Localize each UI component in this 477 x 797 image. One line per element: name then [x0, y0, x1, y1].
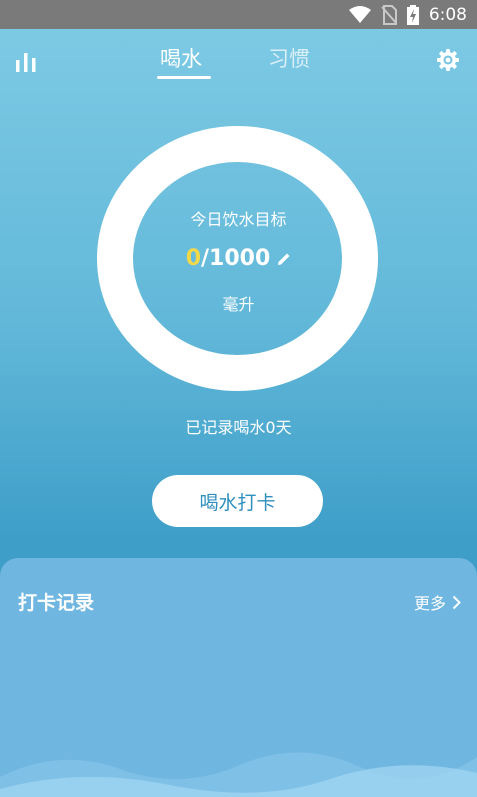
records-panel: 打卡记录 更多	[0, 558, 477, 797]
goal-current: 0	[185, 246, 202, 271]
chevron-right-icon	[452, 595, 461, 609]
status-time: 6:08	[428, 4, 467, 25]
more-link[interactable]: 更多	[414, 590, 461, 614]
status-bar: 6:08	[0, 0, 477, 29]
records-title: 打卡记录	[18, 592, 95, 614]
goal-value[interactable]: 0 /1000	[0, 246, 477, 271]
goal-target: /1000	[201, 246, 271, 271]
wifi-icon	[348, 5, 371, 23]
goal-unit: 毫升	[222, 295, 255, 314]
pencil-icon[interactable]	[277, 252, 291, 266]
checkin-button[interactable]: 喝水打卡	[152, 475, 323, 527]
goal-label: 今日饮水目标	[190, 210, 287, 229]
status-icons: 6:08	[348, 4, 467, 25]
wave-decoration	[0, 752, 477, 797]
recorded-days: 已记录喝水0天	[185, 418, 292, 437]
tab-water[interactable]: 喝水	[160, 43, 202, 73]
gear-icon[interactable]	[436, 48, 460, 72]
more-label: 更多	[413, 594, 446, 613]
battery-icon	[406, 4, 419, 25]
bar-chart-icon[interactable]	[15, 50, 39, 74]
no-sim-icon	[381, 4, 397, 25]
tab-active-indicator	[157, 76, 211, 79]
tab-habit[interactable]: 习惯	[268, 43, 310, 73]
